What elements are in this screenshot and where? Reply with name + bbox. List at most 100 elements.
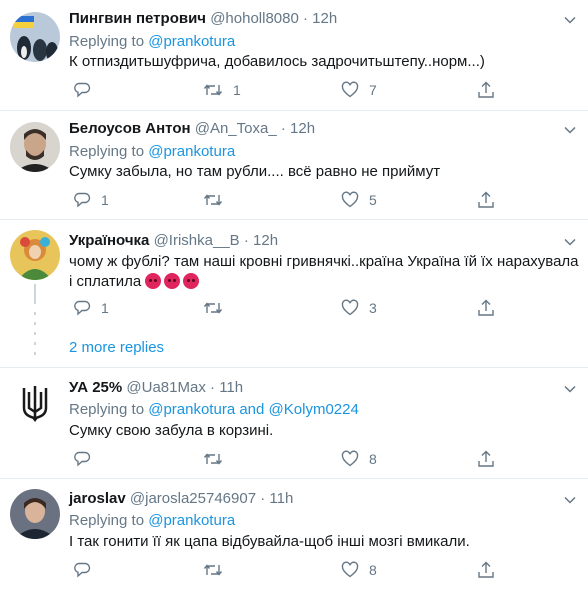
divider bbox=[0, 478, 588, 479]
divider bbox=[0, 219, 588, 220]
handle[interactable]: @hoholl8080 bbox=[210, 10, 299, 27]
replying-to: Replying to @prankotura and @Kolym0224 bbox=[69, 401, 359, 418]
replying-label: Replying to bbox=[69, 401, 149, 418]
reply-button[interactable] bbox=[73, 449, 101, 469]
retweet-icon bbox=[203, 194, 223, 206]
retweet-button[interactable] bbox=[203, 190, 233, 210]
separator: · bbox=[298, 10, 313, 27]
handle[interactable]: @jarosla25746907 bbox=[130, 490, 256, 507]
thread-dot bbox=[34, 322, 36, 325]
divider bbox=[0, 367, 588, 368]
share-icon bbox=[478, 81, 494, 98]
like-button[interactable]: 5 bbox=[341, 190, 377, 210]
retweet-icon bbox=[203, 564, 223, 576]
retweet-icon bbox=[203, 453, 223, 465]
chevron-down-icon[interactable] bbox=[564, 236, 576, 248]
tweet-actions: 1 5 bbox=[69, 190, 509, 210]
like-count: 8 bbox=[369, 562, 377, 578]
replying-label: Replying to bbox=[69, 33, 149, 50]
heart-icon bbox=[341, 191, 359, 208]
handle[interactable]: @Irishka__B bbox=[154, 232, 240, 249]
avatar[interactable] bbox=[10, 489, 60, 539]
replying-to: Replying to @prankotura bbox=[69, 33, 235, 50]
chevron-down-icon[interactable] bbox=[564, 14, 576, 26]
heart-icon bbox=[341, 450, 359, 467]
chevron-down-icon[interactable] bbox=[564, 494, 576, 506]
mention-link[interactable]: @prankotura bbox=[148, 33, 235, 50]
timestamp[interactable]: 12h bbox=[253, 232, 278, 249]
retweet-icon bbox=[203, 302, 223, 314]
mention-link[interactable]: @Kolym0224 bbox=[269, 401, 359, 418]
tweet-text: Сумку забыла, но там рубли.... всё равно… bbox=[69, 163, 441, 180]
retweet-button[interactable] bbox=[203, 560, 233, 580]
reply-button[interactable]: 1 bbox=[73, 190, 109, 210]
avatar[interactable] bbox=[10, 12, 60, 62]
tweet-text: Сумку свою забула в корзині. bbox=[69, 422, 274, 439]
mention-link[interactable]: @prankotura bbox=[148, 512, 235, 529]
comment-icon bbox=[74, 300, 91, 316]
retweet-button[interactable] bbox=[203, 449, 233, 469]
separator: · bbox=[205, 379, 220, 396]
thread-dot bbox=[34, 332, 36, 335]
comment-icon bbox=[74, 192, 91, 208]
timestamp[interactable]: 12h bbox=[312, 10, 337, 27]
separator: · bbox=[239, 232, 254, 249]
thread-dot bbox=[34, 312, 36, 315]
avatar[interactable] bbox=[10, 230, 60, 280]
share-button[interactable] bbox=[477, 80, 495, 100]
reply-count: 1 bbox=[101, 300, 109, 316]
mention-link[interactable]: @prankotura bbox=[148, 401, 235, 418]
heart-icon bbox=[341, 561, 359, 578]
thread-line bbox=[34, 284, 36, 304]
like-button[interactable]: 8 bbox=[341, 449, 377, 469]
handle[interactable]: @An_Toxa_ bbox=[195, 120, 277, 137]
angry-face-icon bbox=[183, 273, 200, 289]
heart-icon bbox=[341, 81, 359, 98]
avatar[interactable] bbox=[10, 378, 60, 428]
share-button[interactable] bbox=[477, 449, 495, 469]
display-name[interactable]: Україночка bbox=[69, 232, 149, 249]
share-icon bbox=[478, 561, 494, 578]
avatar[interactable] bbox=[10, 122, 60, 172]
display-name[interactable]: Пингвин петрович bbox=[69, 10, 206, 27]
tweet-actions: 8 bbox=[69, 449, 509, 469]
tweet-text: І так гонити її як цапа відбувайла-щоб і… bbox=[69, 533, 470, 550]
replying-to: Replying to @prankotura bbox=[69, 143, 235, 160]
share-button[interactable] bbox=[477, 190, 495, 210]
display-name[interactable]: jaroslav bbox=[69, 490, 126, 507]
separator: · bbox=[276, 120, 291, 137]
timestamp[interactable]: 11h bbox=[269, 490, 293, 507]
share-button[interactable] bbox=[477, 560, 495, 580]
replying-and: and bbox=[235, 401, 269, 418]
retweet-button[interactable]: 1 bbox=[203, 80, 241, 100]
share-button[interactable] bbox=[477, 298, 495, 318]
comment-icon bbox=[74, 82, 91, 98]
reply-button[interactable]: 1 bbox=[73, 298, 109, 318]
tweet-actions: 1 3 bbox=[69, 298, 509, 318]
mention-link[interactable]: @prankotura bbox=[148, 143, 235, 160]
reply-count: 1 bbox=[101, 192, 109, 208]
like-button[interactable]: 3 bbox=[341, 298, 377, 318]
like-count: 5 bbox=[369, 192, 377, 208]
display-name[interactable]: УА 25% bbox=[69, 379, 122, 396]
share-icon bbox=[478, 299, 494, 316]
display-name[interactable]: Белоусов Антон bbox=[69, 120, 191, 137]
timestamp[interactable]: 12h bbox=[290, 120, 315, 137]
retweet-button[interactable] bbox=[203, 298, 233, 318]
chevron-down-icon[interactable] bbox=[564, 124, 576, 136]
separator: · bbox=[256, 490, 270, 507]
reply-button[interactable] bbox=[73, 560, 101, 580]
reply-button[interactable] bbox=[73, 80, 101, 100]
like-count: 3 bbox=[369, 300, 377, 316]
handle[interactable]: @Ua81Max bbox=[126, 379, 205, 396]
like-button[interactable]: 7 bbox=[341, 80, 377, 100]
like-button[interactable]: 8 bbox=[341, 560, 377, 580]
like-count: 7 bbox=[369, 82, 377, 98]
angry-face-icon bbox=[145, 273, 162, 289]
more-replies-link[interactable]: 2 more replies bbox=[69, 339, 164, 356]
tweet-text: чому ж фублі? там наші кровні гривнячкі.… bbox=[69, 252, 579, 292]
share-icon bbox=[478, 191, 494, 208]
chevron-down-icon[interactable] bbox=[564, 383, 576, 395]
timestamp[interactable]: 11h bbox=[219, 379, 243, 396]
heart-icon bbox=[341, 299, 359, 316]
